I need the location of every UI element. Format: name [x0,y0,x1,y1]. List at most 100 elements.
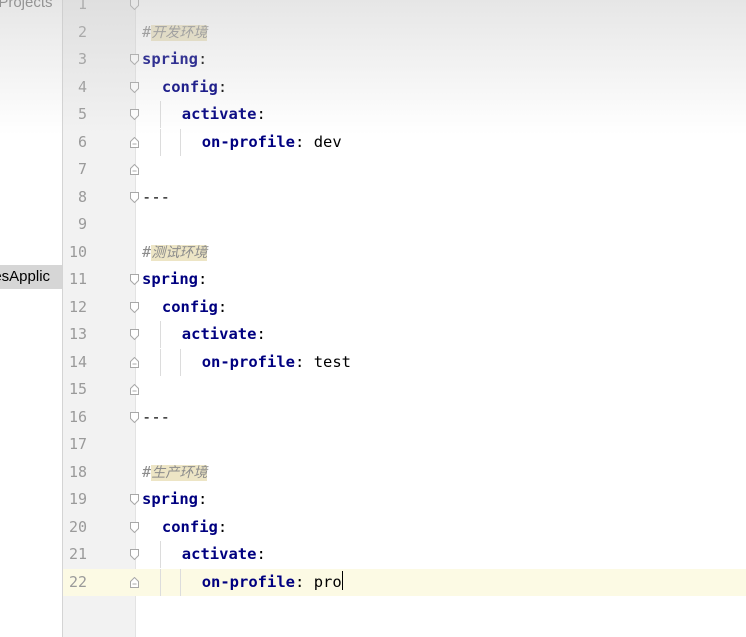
line-number: 20 [68,517,87,536]
fold-marker-icon[interactable] [130,0,139,10]
fold-marker-icon[interactable] [130,521,139,533]
line-number: 18 [68,462,87,481]
yaml-key: on-profile [201,352,296,371]
fold-marker-icon[interactable] [130,164,139,175]
fold-marker-icon[interactable] [130,576,139,588]
code-text[interactable]: spring: [142,486,207,513]
code-text[interactable]: #生产环境 [142,459,208,487]
code-text[interactable]: config: [162,514,227,541]
line-number: 12 [68,297,87,316]
fold-marker-icon[interactable] [130,81,139,93]
line-number: 19 [68,490,87,508]
yaml-key: activate [181,105,257,123]
code-line[interactable]: 19 spring: [63,486,746,513]
yaml-value: dev [313,132,342,151]
indent-guide [179,348,181,376]
code-line[interactable]: 9 [63,211,746,238]
fold-marker-icon[interactable] [130,191,139,203]
project-panel: nProjects lesApplic [0,0,63,637]
fold-marker-icon[interactable] [130,384,139,395]
yaml-colon: : [295,572,314,591]
code-line[interactable]: 8 --- [63,184,746,211]
yaml-colon: : [256,325,266,343]
comment-hash: # [142,242,152,261]
yaml-colon: : [217,77,228,96]
indent-guide [159,101,161,128]
code-line[interactable]: 10 #测试环境 [63,239,746,266]
comment-text: 测试环境 [151,244,208,261]
projects-label[interactable]: nProjects [0,0,53,11]
document-separator: --- [142,407,170,426]
fold-marker-icon[interactable] [130,411,139,423]
code-editor[interactable]: 1 2 #开发环境 3 spring: 4 config: 5 activate: 6 on-pro… [63,0,746,637]
application-item[interactable]: lesApplic [0,265,62,289]
code-text[interactable]: on-profile: pro [202,569,344,596]
code-text[interactable]: --- [142,404,170,431]
line-number: 3 [77,50,87,68]
code-text[interactable]: config: [162,294,227,321]
application-item-label: lesApplic [0,268,51,285]
line-number: 22 [68,572,87,591]
comment-hash: # [142,462,152,481]
yaml-key: config [161,297,218,316]
fold-marker-icon[interactable] [130,136,139,148]
yaml-colon: : [198,50,208,68]
code-line[interactable]: 3 spring: [63,46,746,73]
code-line[interactable]: 16 --- [63,404,746,431]
code-line[interactable]: 6 on-profile: dev [63,128,746,156]
code-line[interactable]: 2 #开发环境 [63,19,746,46]
code-text[interactable]: spring: [142,46,207,73]
code-text[interactable]: on-profile: dev [202,129,342,156]
yaml-key: spring [142,270,198,288]
code-line[interactable]: 14 on-profile: test [63,348,746,376]
yaml-key: activate [181,325,257,343]
code-text[interactable]: activate: [182,321,266,348]
fold-marker-icon[interactable] [130,329,139,340]
code-line[interactable]: 7 [63,156,746,183]
code-line[interactable]: 17 [63,431,746,458]
code-text[interactable]: --- [142,184,170,211]
line-number: 8 [77,187,87,206]
code-text[interactable]: activate: [182,541,266,568]
code-line[interactable]: 18 #生产环境 [63,459,746,486]
code-text[interactable]: #测试环境 [142,239,208,267]
indent-guide [159,541,161,568]
line-number: 7 [77,160,87,178]
yaml-colon: : [217,297,228,316]
line-number: 1 [77,0,87,13]
indent-guide [159,568,161,596]
code-line[interactable]: 4 config: [63,74,746,101]
code-text[interactable]: on-profile: test [202,349,351,376]
yaml-key: config [161,77,218,96]
code-line[interactable]: 11 spring: [63,266,746,293]
indent-guide [179,568,181,596]
code-line[interactable]: 15 [63,376,746,403]
fold-marker-icon[interactable] [130,54,139,65]
line-number: 9 [77,215,87,233]
code-text[interactable]: config: [162,74,227,101]
code-line[interactable]: 20 config: [63,514,746,541]
code-line[interactable]: 21 activate: [63,541,746,568]
code-text[interactable]: activate: [182,101,266,128]
code-line[interactable]: 5 activate: [63,101,746,128]
fold-marker-icon[interactable] [130,274,139,285]
fold-marker-icon[interactable] [130,109,139,120]
fold-marker-icon[interactable] [130,301,139,313]
fold-marker-icon[interactable] [130,494,139,505]
code-line[interactable]: 12 config: [63,294,746,321]
line-number: 14 [68,352,87,371]
code-text[interactable]: #开发环境 [142,19,208,47]
yaml-colon: : [295,132,314,151]
code-line[interactable]: 13 activate: [63,321,746,348]
fold-marker-icon[interactable] [130,549,139,560]
indent-guide [159,348,161,376]
code-text[interactable]: spring: [142,266,207,293]
code-line[interactable]: 1 [63,0,746,18]
document-separator: --- [142,187,170,206]
yaml-key: spring [142,50,198,68]
line-number: 15 [68,380,87,398]
code-line[interactable]: 22 on-profile: pro [63,568,746,596]
fold-marker-icon[interactable] [130,356,139,368]
comment-hash: # [142,22,152,41]
line-number: 4 [77,77,87,96]
